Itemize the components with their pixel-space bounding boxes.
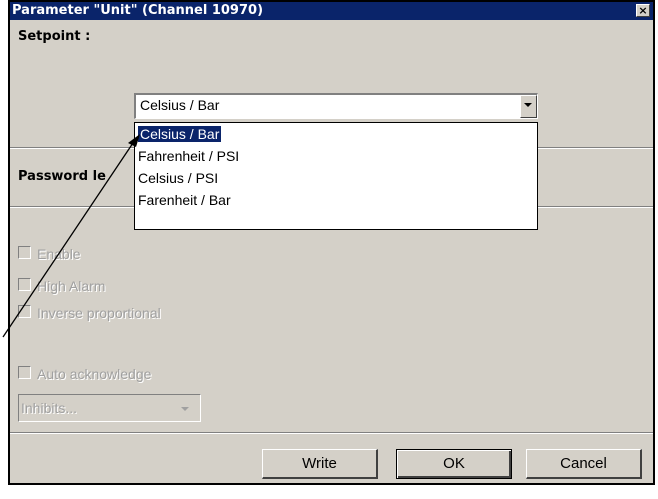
auto-acknowledge-checkbox[interactable] [18,366,31,379]
setpoint-combobox-value: Celsius / Bar [140,97,220,113]
high-alarm-checkbox-row[interactable]: High Alarm [18,278,105,294]
chevron-down-icon [524,103,532,107]
dropdown-option[interactable]: Celsius / Bar [135,123,537,145]
setpoint-dropdown-list: Celsius / Bar Fahrenheit / PSI Celsius /… [134,122,538,230]
dropdown-option[interactable]: Fahrenheit / PSI [135,145,537,167]
password-level-label: Password le [18,169,106,184]
inhibits-value: Inhibits... [21,400,78,416]
dropdown-option-label: Celsius / Bar [136,125,223,143]
enable-checkbox-row[interactable]: Enable [18,246,81,262]
inhibits-dropdown[interactable]: Inhibits... [18,394,201,422]
inverse-proportional-label: Inverse proportional [37,305,161,321]
cancel-button[interactable]: Cancel [526,449,642,479]
auto-acknowledge-checkbox-row[interactable]: Auto acknowledge [18,366,151,382]
dropdown-option-label: Fahrenheit / PSI [138,148,240,164]
write-button[interactable]: Write [262,449,378,479]
dialog-title: Parameter "Unit" (Channel 10970) [12,3,264,18]
dropdown-option-label: Farenheit / Bar [138,192,231,208]
auto-acknowledge-label: Auto acknowledge [37,366,152,382]
setpoint-dropdown-button[interactable] [520,95,537,118]
title-bar: Parameter "Unit" (Channel 10970) × [10,2,653,20]
close-icon[interactable]: × [636,4,650,17]
setpoint-combobox[interactable]: Celsius / Bar [134,93,538,119]
inverse-proportional-checkbox-row[interactable]: Inverse proportional [18,305,161,321]
dropdown-option[interactable]: Farenheit / Bar [135,189,537,211]
dropdown-option[interactable]: Celsius / PSI [135,167,537,189]
ok-button[interactable]: OK [396,449,512,479]
section-divider [10,432,653,434]
parameter-dialog: Parameter "Unit" (Channel 10970) × Setpo… [8,0,655,485]
setpoint-label: Setpoint : [18,29,91,44]
high-alarm-label: High Alarm [37,278,106,294]
dropdown-option-label: Celsius / PSI [138,170,219,186]
high-alarm-checkbox[interactable] [18,278,31,291]
enable-checkbox[interactable] [18,246,31,259]
chevron-down-icon [181,407,189,411]
inverse-proportional-checkbox[interactable] [18,305,31,318]
enable-label: Enable [37,246,81,262]
